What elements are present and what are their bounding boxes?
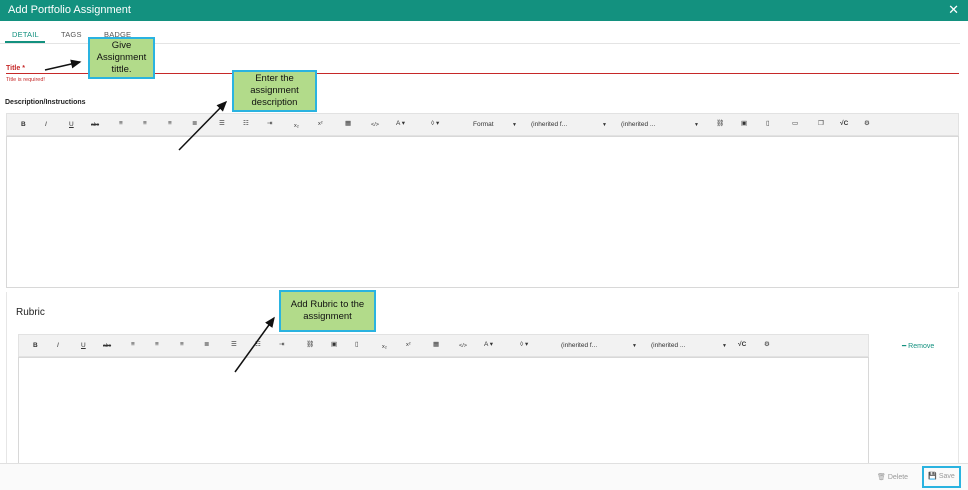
arrow-to-rubric <box>234 316 275 373</box>
arrow-to-title <box>44 59 82 71</box>
modal-dialog: Add Portfolio Assignment ✕ DETAIL TAGS B… <box>0 0 968 490</box>
annotation-arrows <box>44 59 275 373</box>
arrow-to-description <box>178 100 228 151</box>
